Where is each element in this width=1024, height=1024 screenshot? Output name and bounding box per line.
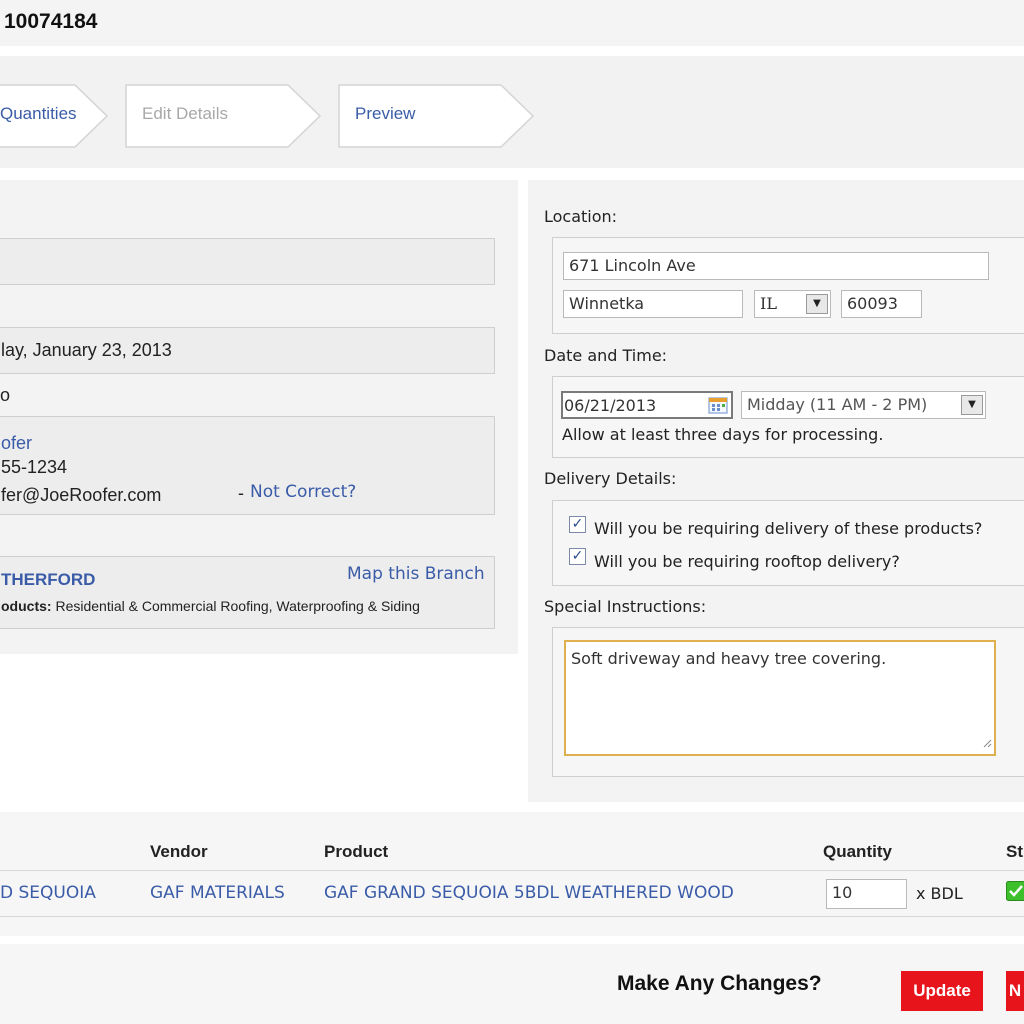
contact-heading: o bbox=[0, 385, 11, 405]
table-divider bbox=[0, 916, 1024, 917]
resize-handle-svg bbox=[983, 739, 992, 748]
step-edit-details[interactable]: Edit Details bbox=[125, 84, 325, 148]
table-row: D SEQUOIA GAF MATERIALS GAF GRAND SEQUOI… bbox=[0, 871, 1024, 916]
chevron-down-icon: ▼ bbox=[961, 395, 983, 415]
step-quantities-label: Quantities bbox=[0, 104, 77, 123]
branch-name[interactable]: THERFORD bbox=[1, 570, 95, 590]
location-label: Location: bbox=[544, 207, 618, 226]
order-number: 10074184 bbox=[4, 10, 98, 33]
time-window-value: Midday (11 AM - 2 PM) bbox=[747, 395, 928, 414]
state-select[interactable]: IL ▼ bbox=[754, 290, 831, 318]
delivery-checkbox[interactable]: ✓ bbox=[569, 516, 586, 533]
processing-note: Allow at least three days for processing… bbox=[562, 425, 884, 444]
info-field-1 bbox=[0, 238, 495, 285]
time-window-select[interactable]: Midday (11 AM - 2 PM) ▼ bbox=[741, 391, 986, 419]
calendar-icon-svg bbox=[708, 397, 728, 414]
resize-handle-icon[interactable] bbox=[982, 733, 992, 752]
zip-input[interactable]: 60093 bbox=[841, 290, 922, 318]
date-time-label: Date and Time: bbox=[544, 346, 668, 365]
special-instructions-label: Special Instructions: bbox=[544, 597, 707, 616]
contact-box: ofer 55-1234 fer@JoeRoofer.com - Not Cor… bbox=[0, 416, 495, 515]
status-column-header: St bbox=[1006, 842, 1023, 861]
update-button[interactable]: Update bbox=[901, 971, 983, 1011]
branch-products-label: oducts: bbox=[1, 598, 52, 614]
order-date-text: lay, January 23, 2013 bbox=[1, 340, 172, 360]
delivery-details-label: Delivery Details: bbox=[544, 469, 677, 488]
next-button[interactable]: N bbox=[1006, 971, 1024, 1011]
product-column-header: Product bbox=[324, 842, 389, 861]
not-correct-link[interactable]: Not Correct? bbox=[250, 482, 356, 502]
row-vendor-link[interactable]: GAF MATERIALS bbox=[150, 883, 285, 903]
city-input[interactable]: Winnetka bbox=[563, 290, 743, 318]
delivery-date-value: 06/21/2013 bbox=[564, 396, 657, 415]
state-value: IL bbox=[760, 294, 777, 313]
vendor-column-header: Vendor bbox=[150, 842, 208, 861]
step-quantities[interactable]: Quantities bbox=[0, 84, 110, 148]
branch-products-text: Residential & Commercial Roofing, Waterp… bbox=[55, 598, 420, 614]
status-ok-svg bbox=[1006, 881, 1024, 901]
contact-dash: - bbox=[238, 483, 244, 503]
step-preview-label: Preview bbox=[355, 104, 416, 123]
rooftop-delivery-checkbox[interactable]: ✓ bbox=[569, 548, 586, 565]
step-edit-details-label: Edit Details bbox=[142, 104, 228, 123]
row-product-link[interactable]: GAF GRAND SEQUOIA 5BDL WEATHERED WOOD bbox=[324, 883, 734, 903]
quantity-input[interactable]: 10 bbox=[826, 879, 907, 909]
branch-products: oducts: Residential & Commercial Roofing… bbox=[1, 598, 420, 614]
map-branch-link[interactable]: Map this Branch bbox=[347, 564, 485, 584]
contact-phone: 55-1234 bbox=[1, 457, 68, 477]
delivery-question: Will you be requiring delivery of these … bbox=[594, 519, 983, 538]
delivery-details-box bbox=[552, 500, 1024, 586]
quantity-unit: x BDL bbox=[916, 884, 963, 903]
contact-email: fer@JoeRoofer.com bbox=[1, 485, 162, 505]
make-changes-prompt: Make Any Changes? bbox=[617, 972, 822, 995]
header-bar bbox=[0, 0, 1024, 46]
status-ok-icon bbox=[1006, 881, 1024, 905]
chevron-down-icon: ▼ bbox=[806, 294, 828, 314]
special-instructions-textarea[interactable]: Soft driveway and heavy tree covering. bbox=[564, 640, 996, 756]
step-preview[interactable]: Preview bbox=[338, 84, 538, 148]
delivery-date-input[interactable]: 06/21/2013 bbox=[561, 391, 733, 419]
calendar-icon[interactable] bbox=[708, 396, 728, 414]
address-input[interactable]: 671 Lincoln Ave bbox=[563, 252, 989, 280]
row-name-link[interactable]: D SEQUOIA bbox=[0, 883, 96, 903]
quantity-column-header: Quantity bbox=[823, 842, 892, 861]
contact-name[interactable]: ofer bbox=[1, 433, 32, 454]
branch-box: THERFORD Map this Branch oducts: Residen… bbox=[0, 556, 495, 629]
special-instructions-text: Soft driveway and heavy tree covering. bbox=[571, 649, 887, 668]
order-date-field: lay, January 23, 2013 bbox=[0, 327, 495, 374]
footer-bar bbox=[0, 944, 1024, 1024]
rooftop-question: Will you be requiring rooftop delivery? bbox=[594, 552, 900, 571]
